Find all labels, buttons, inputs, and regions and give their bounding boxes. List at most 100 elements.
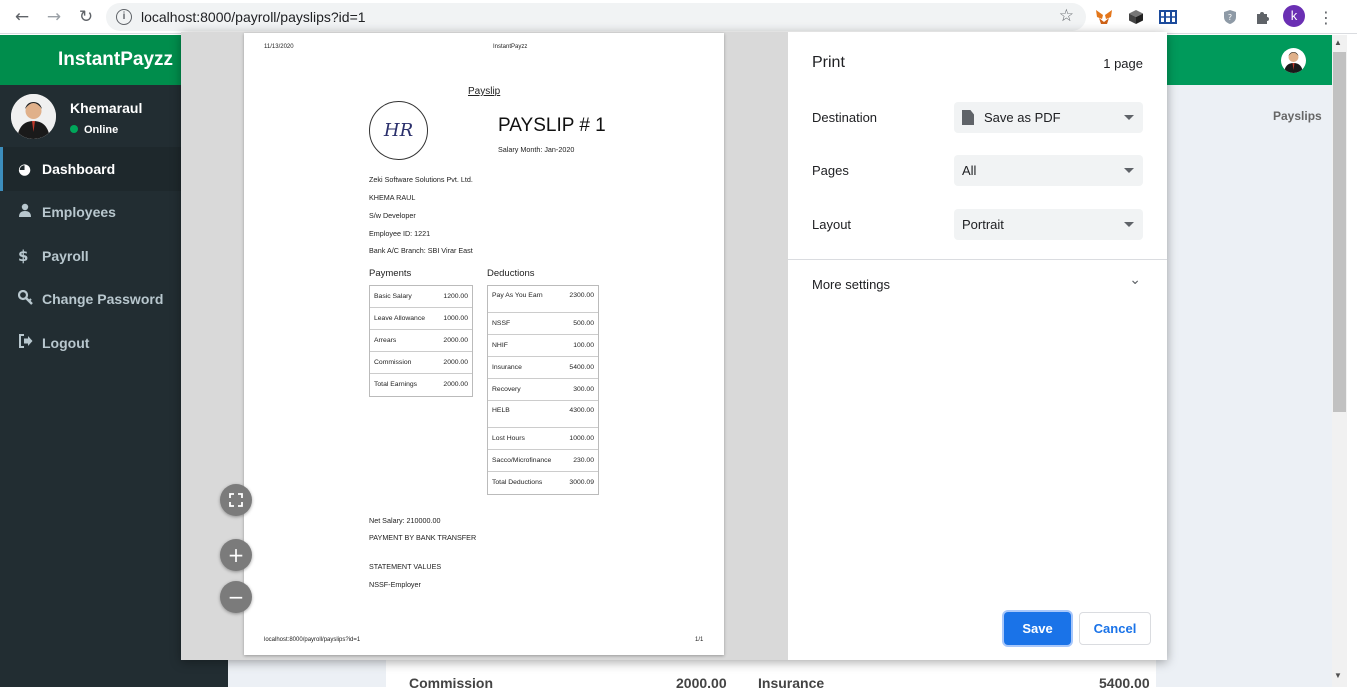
sidebar-item-dashboard[interactable]: ◕ Dashboard <box>0 147 181 191</box>
cell-value: 3000.09 <box>569 479 594 486</box>
deductions-table: Pay As You Earn 2300.00 NSSF 500.00 NHIF 10… <box>487 285 599 495</box>
deductions-heading: Deductions <box>487 268 535 279</box>
dropdown-caret-icon <box>1124 168 1134 173</box>
print-preview-area: 11/13/2020 InstantPayzz Payslip HR PAYSL… <box>181 32 788 660</box>
scroll-down-arrow-icon[interactable]: ▼ <box>1334 671 1342 680</box>
payslip-title: PAYSLIP # 1 <box>498 115 606 136</box>
cell-value: 1000.00 <box>569 435 594 442</box>
sidebar-item-payroll[interactable]: $ Payroll <box>0 234 181 278</box>
payment-method: PAYMENT BY BANK TRANSFER <box>369 533 477 542</box>
site-info-icon[interactable]: i <box>116 9 132 25</box>
sidebar-item-label: Logout <box>42 334 90 351</box>
cell-label: Recovery <box>492 386 521 393</box>
grid-extension-icon[interactable] <box>1158 7 1178 27</box>
back-icon[interactable]: ← <box>11 6 33 28</box>
fit-to-page-icon[interactable] <box>220 484 252 516</box>
table-row: NSSF 500.00 <box>488 313 598 335</box>
cell-label: HELB <box>492 407 510 414</box>
pages-select[interactable]: All <box>954 155 1143 186</box>
print-title: Print <box>812 54 845 71</box>
brand-logo[interactable]: InstantPayzz <box>0 35 181 85</box>
company-logo: HR <box>369 101 428 160</box>
bg-insurance-label: Insurance <box>758 675 825 691</box>
address-bar[interactable]: i localhost:8000/payroll/payslips?id=1 ☆ <box>106 3 1086 31</box>
cube-extension-icon[interactable] <box>1126 7 1146 27</box>
destination-select[interactable]: Save as PDF <box>954 102 1143 133</box>
sidebar-strip <box>181 660 228 687</box>
print-settings-panel: Print 1 page Destination Save as PDF Pag… <box>788 32 1167 660</box>
cell-label: NHIF <box>492 342 508 349</box>
salary-month: Salary Month: Jan-2020 <box>498 145 575 154</box>
dashboard-icon: ◕ <box>18 159 32 178</box>
table-row: Commission 2000.00 <box>370 352 472 374</box>
cell-value: 5400.00 <box>569 364 594 371</box>
more-settings-toggle[interactable]: More settings <box>812 277 890 292</box>
cell-value: 2300.00 <box>569 292 594 299</box>
dropdown-caret-icon <box>1124 115 1134 120</box>
print-preview-page: 11/13/2020 InstantPayzz Payslip HR PAYSL… <box>244 33 724 655</box>
table-row: Basic Salary 1200.00 <box>370 286 472 308</box>
sidebar-item-employees[interactable]: Employees <box>0 191 181 235</box>
reload-icon[interactable]: ↻ <box>75 6 97 28</box>
sidebar: InstantPayzz Khemaraul Online ◕ Dashboar… <box>0 35 181 687</box>
print-footer-page: 1/1 <box>695 637 704 643</box>
cell-label: Total Deductions <box>492 479 543 486</box>
print-footer-url: localhost:8000/payroll/payslips?id=1 <box>264 637 361 643</box>
browser-menu-icon[interactable]: ⋮ <box>1316 7 1336 27</box>
breadcrumb[interactable]: Payslips <box>1273 109 1322 123</box>
table-row: Total Earnings 2000.00 <box>370 374 472 396</box>
pages-value: All <box>962 163 977 178</box>
table-row: Total Deductions 3000.09 <box>488 472 598 494</box>
scroll-up-arrow-icon[interactable]: ▲ <box>1334 38 1342 47</box>
cell-label: Total Earnings <box>374 381 418 388</box>
svg-text:?: ? <box>1228 13 1232 22</box>
page-count: 1 page <box>1103 56 1143 71</box>
document-icon <box>962 110 974 125</box>
bank-branch: Bank A/C Branch: SBI Virar East <box>369 246 473 255</box>
url-text[interactable]: localhost:8000/payroll/payslips?id=1 <box>141 9 366 25</box>
zoom-out-icon[interactable]: − <box>220 581 252 613</box>
destination-value: Save as PDF <box>984 110 1061 125</box>
sidebar-item-label: Dashboard <box>42 160 116 177</box>
cell-value: 1200.00 <box>443 293 468 300</box>
dropdown-caret-icon <box>1124 222 1134 227</box>
cell-value: 300.00 <box>573 386 594 393</box>
cell-label: Lost Hours <box>492 435 525 442</box>
table-row: Recovery 300.00 <box>488 379 598 401</box>
designation: S/w Developer <box>369 211 416 220</box>
sidebar-item-change-password[interactable]: Change Password <box>0 278 181 322</box>
destination-label: Destination <box>812 110 878 125</box>
table-row: Pay As You Earn 2300.00 <box>488 286 598 313</box>
metamask-extension-icon[interactable] <box>1094 7 1114 27</box>
header-avatar[interactable] <box>1281 48 1306 73</box>
user-icon <box>18 203 40 221</box>
profile-avatar[interactable]: k <box>1283 5 1305 27</box>
bg-commission-value: 2000.00 <box>676 675 727 691</box>
shield-extension-icon[interactable]: ? <box>1220 7 1240 27</box>
cell-value: 100.00 <box>573 342 594 349</box>
table-row: HELB 4300.00 <box>488 401 598 428</box>
app-header <box>1167 35 1332 85</box>
browser-toolbar: ← → ↻ i localhost:8000/payroll/payslips?… <box>0 0 1357 34</box>
settings-divider <box>788 259 1167 260</box>
zoom-in-icon[interactable]: + <box>220 539 252 571</box>
chevron-down-icon[interactable]: ⌄ <box>1129 272 1141 288</box>
save-button[interactable]: Save <box>1004 612 1071 645</box>
bookmark-star-icon[interactable]: ☆ <box>1059 6 1074 26</box>
extensions-puzzle-icon[interactable] <box>1252 7 1272 27</box>
nssf-employer: NSSF-Employer <box>369 580 421 589</box>
sidebar-item-label: Change Password <box>42 291 164 308</box>
forward-icon[interactable]: → <box>43 6 65 28</box>
table-row: Sacco/Microfinance 230.00 <box>488 450 598 472</box>
cell-label: Sacco/Microfinance <box>492 457 552 464</box>
layout-value: Portrait <box>962 217 1004 232</box>
layout-select[interactable]: Portrait <box>954 209 1143 240</box>
statement-values: STATEMENT VALUES <box>369 562 442 571</box>
logout-icon <box>18 333 40 352</box>
table-row: Lost Hours 1000.00 <box>488 428 598 450</box>
sidebar-item-logout[interactable]: Logout <box>0 321 181 365</box>
employee-id: Employee ID: 1221 <box>369 229 431 238</box>
cell-label: Insurance <box>492 364 522 371</box>
scrollbar-thumb[interactable] <box>1333 52 1346 412</box>
cancel-button[interactable]: Cancel <box>1079 612 1151 645</box>
